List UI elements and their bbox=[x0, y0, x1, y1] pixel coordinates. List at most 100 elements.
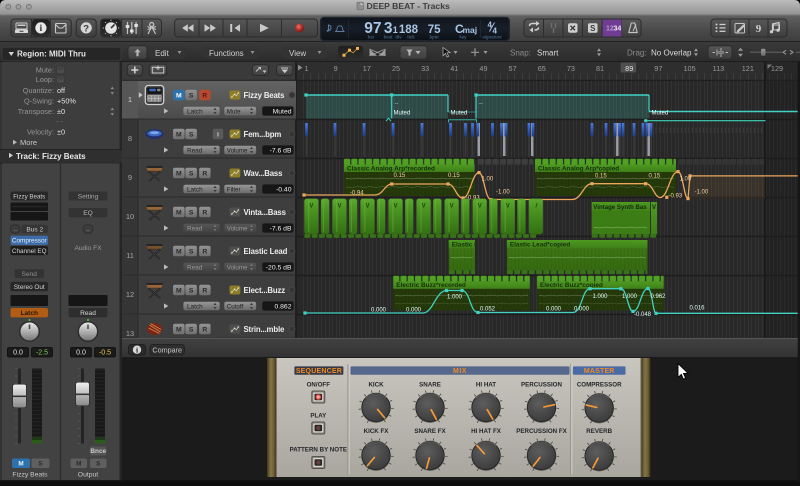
svg-text:1.000: 1.000 bbox=[593, 294, 609, 300]
svg-text:--: -- bbox=[395, 101, 399, 107]
svg-text:Velocity:: Velocity: bbox=[27, 128, 54, 137]
svg-text:Latch: Latch bbox=[20, 310, 38, 317]
svg-text:Compare: Compare bbox=[152, 345, 182, 354]
svg-text:SNARE FX: SNARE FX bbox=[414, 428, 446, 435]
svg-text:0.0: 0.0 bbox=[76, 350, 86, 357]
svg-text:SNARE: SNARE bbox=[419, 381, 441, 388]
svg-text:EQ: EQ bbox=[83, 210, 93, 217]
svg-text:Drag:: Drag: bbox=[627, 49, 647, 58]
svg-text:0.15: 0.15 bbox=[649, 173, 661, 179]
svg-text:Read: Read bbox=[187, 264, 203, 271]
svg-text:S: S bbox=[189, 327, 194, 334]
svg-text:Vintage Synth Bas: Vintage Synth Bas bbox=[593, 204, 647, 211]
svg-text:-0.94: -0.94 bbox=[350, 190, 364, 196]
svg-text:KICK FX: KICK FX bbox=[364, 428, 390, 435]
svg-text:1.00: 1.00 bbox=[482, 177, 494, 183]
svg-text:Elect...Buzz: Elect...Buzz bbox=[244, 286, 286, 295]
svg-text:↔: ↔ bbox=[12, 227, 18, 233]
svg-text:R: R bbox=[202, 288, 207, 295]
svg-text:bar: bar bbox=[368, 34, 375, 39]
svg-text:SEQUENCER: SEQUENCER bbox=[296, 368, 342, 375]
svg-text:M: M bbox=[18, 461, 23, 468]
svg-text:MIX: MIX bbox=[453, 368, 467, 375]
svg-text:Elastic Lead*copied: Elastic Lead*copied bbox=[510, 241, 570, 248]
svg-text:Fizzy Beats: Fizzy Beats bbox=[13, 193, 45, 200]
svg-text:tick: tick bbox=[407, 34, 415, 39]
svg-text:Stereo Out: Stereo Out bbox=[14, 284, 45, 291]
svg-text:33: 33 bbox=[421, 64, 429, 73]
svg-text:0.016: 0.016 bbox=[690, 306, 706, 312]
svg-text:M: M bbox=[176, 288, 182, 295]
svg-text:1: 1 bbox=[393, 25, 398, 35]
svg-text:Fizzy Beats: Fizzy Beats bbox=[12, 472, 48, 479]
svg-text:-7.6 dB: -7.6 dB bbox=[270, 147, 292, 154]
svg-text:-0.5: -0.5 bbox=[99, 350, 111, 357]
svg-text:M: M bbox=[176, 93, 182, 100]
svg-text:-7.6 dB: -7.6 dB bbox=[270, 225, 292, 232]
svg-text:Vinta...Bass: Vinta...Bass bbox=[244, 208, 287, 217]
svg-text:Latch: Latch bbox=[187, 303, 203, 310]
svg-text:More: More bbox=[20, 138, 37, 147]
svg-text:i: i bbox=[217, 132, 219, 139]
svg-text:S: S bbox=[189, 93, 194, 100]
svg-text:Elastic Lead: Elastic Lead bbox=[244, 247, 288, 256]
svg-text:Filter: Filter bbox=[227, 186, 241, 193]
svg-text:R: R bbox=[202, 93, 207, 100]
svg-text:Volume: Volume bbox=[227, 147, 248, 154]
svg-text:No Overlap: No Overlap bbox=[651, 49, 692, 58]
svg-text:S: S bbox=[590, 24, 596, 33]
svg-text:V: V bbox=[337, 204, 341, 210]
svg-text:Loop:: Loop: bbox=[36, 75, 54, 84]
svg-text:Muted: Muted bbox=[652, 111, 669, 117]
svg-text:Smart: Smart bbox=[537, 49, 559, 58]
svg-text:↔: ↔ bbox=[85, 227, 91, 233]
svg-text:Channel EQ: Channel EQ bbox=[12, 248, 47, 255]
svg-text:S: S bbox=[96, 461, 101, 468]
svg-text:beat: beat bbox=[384, 34, 393, 39]
svg-text:0.000: 0.000 bbox=[406, 307, 422, 313]
svg-text:25: 25 bbox=[392, 64, 400, 73]
svg-text:81: 81 bbox=[596, 64, 604, 73]
svg-text:1.00: 1.00 bbox=[680, 177, 692, 183]
svg-text:M: M bbox=[176, 132, 182, 139]
svg-text:129: 129 bbox=[771, 64, 783, 73]
svg-text:Muted: Muted bbox=[394, 111, 411, 117]
svg-text:Fizzy Beats: Fizzy Beats bbox=[244, 91, 286, 100]
svg-text:PERCUSSION: PERCUSSION bbox=[521, 381, 562, 388]
svg-text:1: 1 bbox=[305, 64, 309, 73]
svg-text:S: S bbox=[189, 132, 194, 139]
svg-text:Classic Analog Arp*recorded: Classic Analog Arp*recorded bbox=[347, 165, 435, 172]
svg-text:PATTERN BY NOTE: PATTERN BY NOTE bbox=[290, 446, 347, 453]
svg-text:17: 17 bbox=[363, 64, 371, 73]
svg-text:65: 65 bbox=[538, 64, 546, 73]
svg-text:Setting: Setting bbox=[78, 193, 99, 200]
svg-text:R: R bbox=[202, 327, 207, 334]
svg-text:i: i bbox=[136, 346, 138, 355]
svg-text:0.000: 0.000 bbox=[371, 307, 387, 313]
svg-text:R: R bbox=[202, 249, 207, 256]
svg-text:±0: ±0 bbox=[57, 107, 65, 116]
svg-text:div: div bbox=[395, 34, 402, 39]
svg-text:0.052: 0.052 bbox=[480, 306, 496, 312]
svg-text:Wav...Bass: Wav...Bass bbox=[244, 169, 284, 178]
svg-text:- -: - - bbox=[56, 119, 63, 126]
svg-text:REVERB: REVERB bbox=[586, 428, 612, 435]
svg-text:S: S bbox=[189, 288, 194, 295]
svg-text:bpm: bpm bbox=[429, 34, 438, 39]
svg-text:11: 11 bbox=[126, 251, 134, 260]
svg-text:Bnce: Bnce bbox=[90, 448, 106, 455]
svg-text:0.000: 0.000 bbox=[574, 307, 590, 313]
svg-text:+50%: +50% bbox=[57, 97, 76, 106]
svg-text:Fizzy Beats: Fizzy Beats bbox=[42, 152, 86, 161]
svg-text:-0.048: -0.048 bbox=[634, 312, 652, 318]
svg-text:Quantize:: Quantize: bbox=[23, 86, 54, 95]
svg-text:Latch: Latch bbox=[187, 186, 203, 193]
svg-text:1.000: 1.000 bbox=[447, 294, 463, 300]
svg-text:Volume: Volume bbox=[227, 264, 248, 271]
svg-text:Read: Read bbox=[80, 310, 96, 317]
svg-text:ON/OFF: ON/OFF bbox=[307, 381, 331, 388]
svg-text:41: 41 bbox=[450, 64, 458, 73]
svg-text:0.962: 0.962 bbox=[651, 294, 667, 300]
svg-text:8: 8 bbox=[128, 134, 132, 143]
svg-text:-1.00: -1.00 bbox=[496, 190, 510, 196]
